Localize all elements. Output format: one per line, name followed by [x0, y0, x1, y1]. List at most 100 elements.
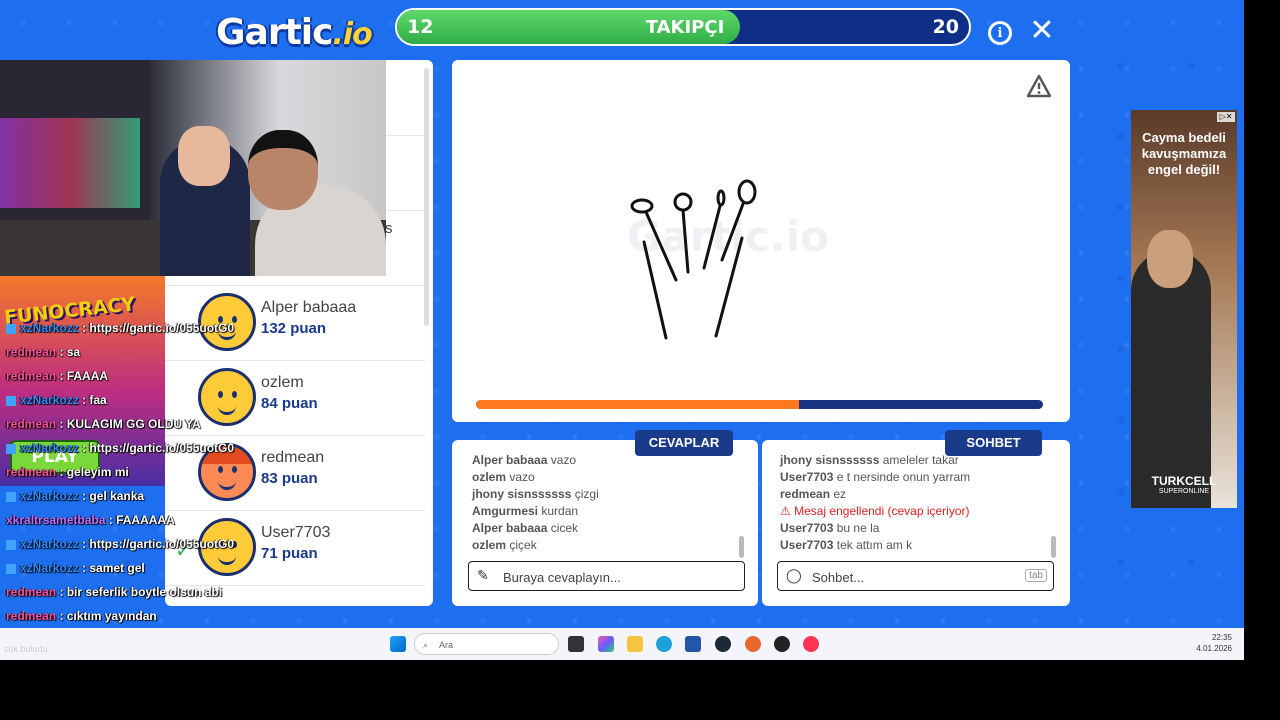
- stream-chat-text: : cıktım yayından: [59, 609, 157, 623]
- message-user: User7703: [780, 538, 834, 552]
- close-button[interactable]: ✕: [1028, 13, 1056, 48]
- message-user: jhony sisnssssss: [472, 487, 572, 501]
- message-line: User7703 tek attım am k: [780, 537, 1050, 554]
- info-button[interactable]: i: [988, 21, 1012, 45]
- message-line: redmean ez: [780, 486, 1050, 503]
- gartic-logo[interactable]: Gartic.io: [216, 12, 373, 53]
- stream-chat-user: redmean: [6, 585, 57, 599]
- search-icon: ⌕: [423, 640, 429, 650]
- chat-panel: SOHBET jhony sisnssssss ameleler takar Us…: [762, 430, 1070, 606]
- advertisement[interactable]: ▷✕ Cayma bedeli kavuşmamıza engel değil!…: [1131, 110, 1237, 508]
- message-line: ozlem çiçek: [472, 537, 742, 554]
- message-text: çiçek: [509, 538, 537, 552]
- tab-key-hint: tab: [1025, 569, 1047, 582]
- stream-chat-text: : samet gel: [82, 561, 145, 575]
- drawing-canvas[interactable]: Gartic.io: [452, 60, 1070, 422]
- message-line: jhony sisnssssss ameleler takar: [780, 452, 1050, 469]
- message-text: e t nersinde onun yarram: [836, 470, 971, 484]
- stream-chat-text: : FAAAAAA: [108, 513, 175, 527]
- app-icon[interactable]: [745, 636, 761, 652]
- message-text: kurdan: [541, 504, 579, 518]
- stream-chat-user: redmean: [6, 369, 57, 383]
- stream-chat-text: : bir seferlik boytle olsun abi: [59, 585, 223, 599]
- stream-chat-line: redmean : geleyim mi: [6, 460, 426, 484]
- obs-icon[interactable]: [774, 636, 790, 652]
- stream-chat-user: redmean: [6, 345, 57, 359]
- stream-chat-user: redmean: [6, 417, 57, 431]
- chat-badge-icon: [6, 323, 16, 334]
- drawing: [630, 179, 757, 340]
- edge-icon[interactable]: [656, 636, 672, 652]
- stream-chat-line: xzNarkozz : gel kanka: [6, 484, 426, 508]
- stream-chat-line: xzNarkozz : https://gartic.io/055uotG0: [6, 532, 426, 556]
- stream-chat-line: redmean : sa: [6, 340, 426, 364]
- chat-badge-icon: [6, 539, 16, 550]
- stream-chat-text: : https://gartic.io/055uotG0: [82, 537, 235, 551]
- opera-icon[interactable]: [803, 636, 819, 652]
- overlay-footer: cok buludu: [4, 644, 48, 654]
- ad-headline: Cayma bedeli kavuşmamıza engel değil!: [1141, 130, 1227, 177]
- message-text: bu ne la: [836, 521, 880, 535]
- stream-chat-line: xzNarkozz : https://gartic.io/055uotG0: [6, 436, 426, 460]
- stream-chat-text: : https://gartic.io/055uotG0: [82, 321, 235, 335]
- stream-chat-text: : KULAGIM GG OLDU YA: [59, 417, 201, 431]
- stream-chat-line: redmean : bir seferlik boytle olsun abi: [6, 580, 426, 604]
- message-user: Alper babaaa: [472, 521, 548, 535]
- answers-scrollbar[interactable]: [739, 536, 744, 558]
- message-user: User7703: [780, 470, 834, 484]
- windows-taskbar: ⌕ Ara 22:35 4.01.2026: [0, 628, 1244, 660]
- chat-bubble-icon: ◯: [786, 567, 802, 583]
- message-user: jhony sisnssssss: [780, 453, 880, 467]
- info-icon: i: [997, 25, 1003, 41]
- message-text: vazo: [550, 453, 577, 467]
- answer-input-box[interactable]: ✎: [468, 561, 745, 591]
- message-line: ⚠ Mesaj engellendi (cevap içeriyor): [780, 503, 1050, 520]
- letterbox-bottom: [0, 660, 1280, 720]
- stream-chat-user: xzNarkozz: [20, 561, 79, 575]
- widgets-icon[interactable]: [598, 636, 614, 652]
- timer-fill: [476, 400, 800, 409]
- stream-chat-line: xkraltrsametbaba : FAAAAAA: [6, 508, 426, 532]
- file-explorer-icon[interactable]: [627, 636, 643, 652]
- player-name-partial: s: [385, 220, 393, 237]
- players-scrollbar[interactable]: [424, 68, 429, 326]
- chat-input-box[interactable]: ◯ tab: [777, 561, 1054, 591]
- message-user: User7703: [780, 521, 834, 535]
- message-line: Alper babaaa cicek: [472, 520, 742, 537]
- ad-close-icon[interactable]: ▷✕: [1217, 112, 1235, 122]
- stream-chat-user: redmean: [6, 609, 57, 623]
- message-text: ameleler takar: [882, 453, 959, 467]
- taskbar-search[interactable]: ⌕ Ara: [414, 633, 559, 655]
- message-line: Alper babaaa vazo: [472, 452, 742, 469]
- steam-icon[interactable]: [715, 636, 731, 652]
- store-icon[interactable]: [685, 636, 701, 652]
- stream-chat-user: xkraltrsametbaba: [6, 513, 106, 527]
- stream-chat-user: xzNarkozz: [20, 393, 79, 407]
- stream-chat-line: redmean : cıktım yayından: [6, 604, 426, 628]
- message-text: vazo: [509, 470, 535, 484]
- message-line: User7703 e t nersinde onun yarram: [780, 469, 1050, 486]
- stream-chat-text: : sa: [59, 345, 81, 359]
- answers-list: Alper babaaa vazo ozlem vazo jhony sisnsss…: [472, 452, 742, 554]
- message-user: ozlem: [472, 538, 507, 552]
- task-view-icon[interactable]: [568, 636, 584, 652]
- ad-brand: TURKCELL SUPERONLINE: [1151, 474, 1217, 495]
- message-text: çizgi: [574, 487, 599, 501]
- stream-chat-text: : FAAAA: [59, 369, 109, 383]
- chat-scrollbar[interactable]: [1051, 536, 1056, 558]
- pencil-icon: ✎: [477, 567, 489, 583]
- message-line: jhony sisnssssss çizgi: [472, 486, 742, 503]
- chat-badge-icon: [6, 443, 16, 454]
- message-text: ⚠ Mesaj engellendi (cevap içeriyor): [780, 504, 970, 518]
- message-user: Amgurmesi: [472, 504, 539, 518]
- system-clock[interactable]: 22:35 4.01.2026: [1194, 632, 1232, 654]
- stream-chat-text: : gel kanka: [82, 489, 145, 503]
- message-text: ez: [833, 487, 847, 501]
- answer-input[interactable]: [501, 565, 705, 589]
- stream-chat-text: : faa: [82, 393, 107, 407]
- stream-chat: xzNarkozz : https://gartic.io/055uotG0 re…: [6, 316, 426, 628]
- windows-start-icon[interactable]: [390, 636, 406, 652]
- warning-triangle-icon[interactable]: [1026, 74, 1052, 98]
- stream-chat-user: xzNarkozz: [20, 537, 79, 551]
- chat-input[interactable]: [810, 565, 1014, 589]
